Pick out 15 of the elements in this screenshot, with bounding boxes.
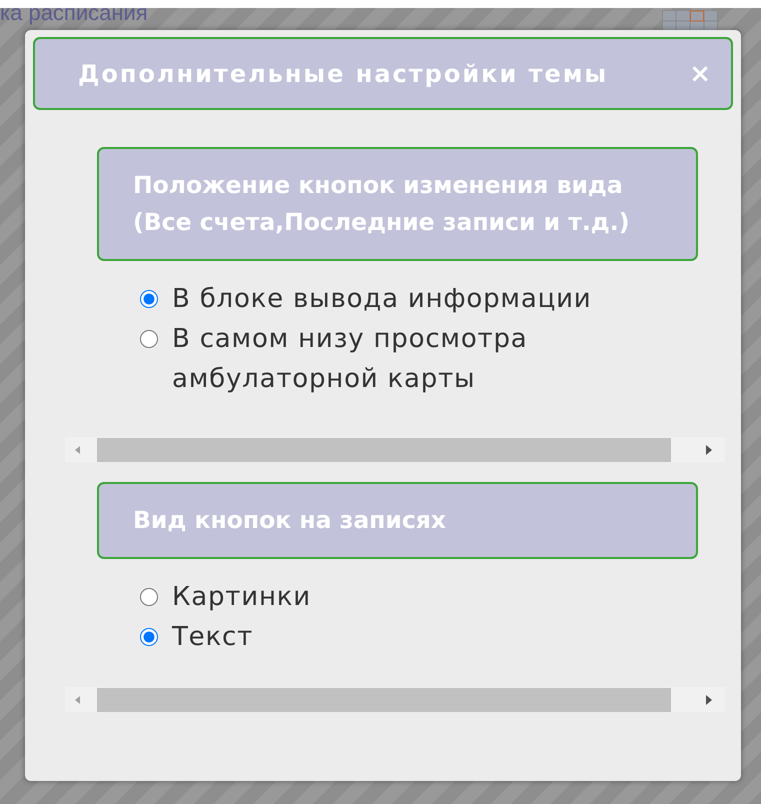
scrollbar-thumb[interactable]: [97, 688, 671, 712]
page-heading: ка расписания: [0, 0, 148, 26]
radio-button[interactable]: [140, 588, 158, 606]
option-label[interactable]: В самом низу просмотра амбулаторной карты: [172, 319, 650, 399]
radio-button[interactable]: [140, 330, 158, 348]
section-header: Положение кнопок изменения вида (Все счета,Последние записи и т.д.): [97, 147, 698, 261]
option-label[interactable]: Текст: [172, 617, 254, 657]
section-header: Вид кнопок на записях: [97, 482, 698, 559]
option-label[interactable]: В блоке вывода информации: [172, 279, 592, 319]
calendar-icon: [662, 10, 718, 32]
scrollbar-thumb[interactable]: [97, 438, 671, 462]
dialog-title: Дополнительные настройки темы: [78, 58, 608, 90]
radio-button[interactable]: [140, 628, 158, 646]
option-label[interactable]: Картинки: [172, 577, 311, 617]
radio-button[interactable]: [140, 290, 158, 308]
